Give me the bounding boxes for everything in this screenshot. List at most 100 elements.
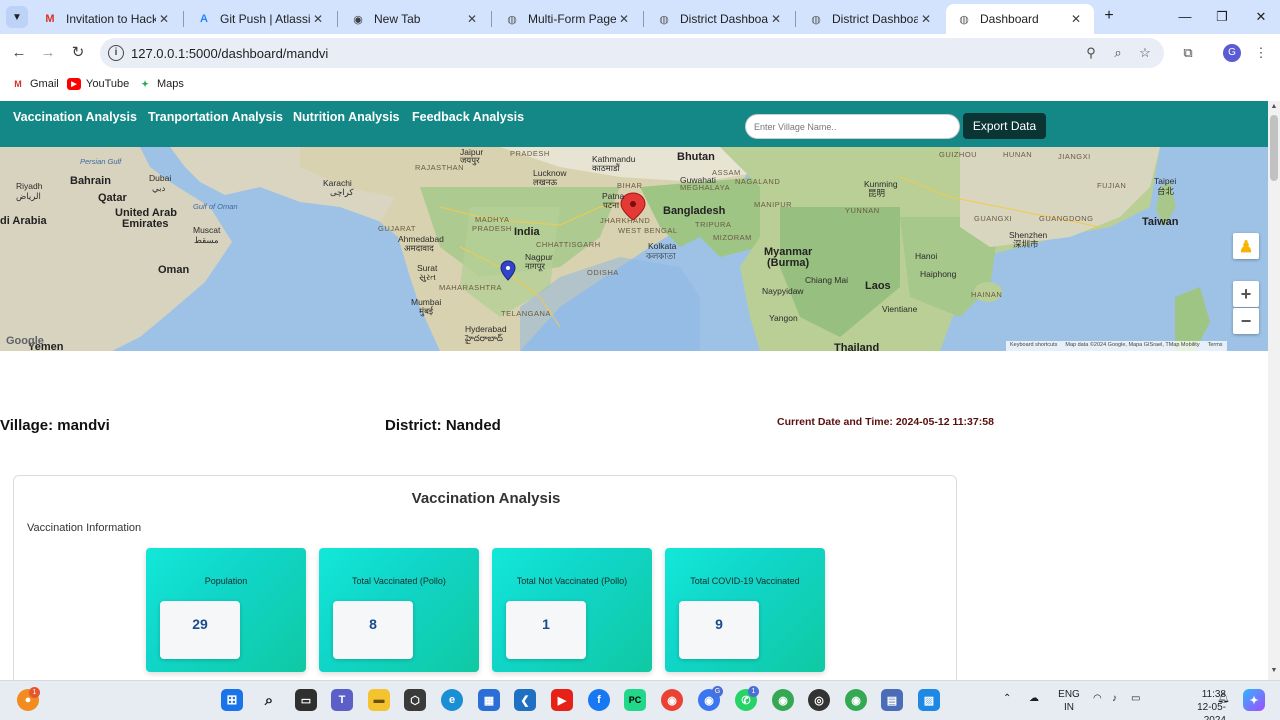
- atlassian-icon: A: [200, 13, 208, 25]
- vscode-icon[interactable]: ❮: [514, 689, 536, 711]
- map-label: RAJASTHAN: [415, 163, 465, 172]
- windows-start-icon[interactable]: ⊞: [221, 689, 243, 711]
- teams-icon[interactable]: T: [331, 689, 353, 711]
- task-view-icon[interactable]: ▭: [295, 689, 317, 711]
- notepad-icon[interactable]: ▤: [881, 689, 903, 711]
- nav-link-nutrition[interactable]: Nutrition Analysis: [293, 110, 400, 124]
- new-tab-button[interactable]: +: [1100, 7, 1118, 25]
- zoom-icon[interactable]: ⌕: [1109, 44, 1127, 62]
- menu-kebab-icon[interactable]: ⋮: [1250, 42, 1272, 64]
- obs-icon[interactable]: ◎: [808, 689, 830, 711]
- copilot-icon[interactable]: ✦: [1243, 689, 1265, 711]
- nav-link-vaccination[interactable]: Vaccination Analysis: [13, 110, 137, 124]
- chrome-guest-icon[interactable]: ◉: [845, 689, 867, 711]
- youtube-icon[interactable]: ▶: [551, 689, 573, 711]
- zoom-in-button[interactable]: +: [1233, 281, 1259, 307]
- export-data-button[interactable]: Export Data: [963, 113, 1046, 139]
- page-scrollbar[interactable]: ▲ ▼: [1268, 101, 1280, 680]
- stat-label: Total COVID-19 Vaccinated: [690, 576, 800, 586]
- language-code: ENG: [1058, 689, 1080, 700]
- tab-search-button[interactable]: ▼: [6, 6, 28, 28]
- scroll-up-icon[interactable]: ▲: [1270, 103, 1278, 110]
- restore-button[interactable]: ❐: [1210, 6, 1234, 28]
- minimize-button[interactable]: —: [1173, 6, 1197, 28]
- facebook-icon[interactable]: f: [588, 689, 610, 711]
- search-icon[interactable]: ⌕: [258, 689, 280, 711]
- stat-value-box: 8: [333, 601, 413, 659]
- close-icon[interactable]: ✕: [464, 12, 480, 26]
- map-label: MAHARASHTRA: [439, 283, 503, 292]
- scrollbar-thumb[interactable]: [1270, 115, 1278, 181]
- restore-icon: ❐: [1216, 9, 1228, 24]
- language-indicator[interactable]: ENG IN: [1057, 688, 1081, 714]
- close-icon[interactable]: ✕: [310, 12, 326, 26]
- terms-link[interactable]: Terms: [1208, 342, 1223, 350]
- location-pin-icon[interactable]: ⚲: [1082, 44, 1100, 62]
- browser-tab[interactable]: ◍ Multi-Form Page ✕: [494, 4, 642, 34]
- site-info-icon[interactable]: i: [108, 45, 124, 61]
- map-label: Naypyidaw: [762, 286, 804, 296]
- chrome-icon[interactable]: ◉: [661, 689, 683, 711]
- close-icon[interactable]: ✕: [1068, 12, 1084, 26]
- bookmarks-bar: M Gmail ▶ YouTube ✦ Maps: [0, 72, 1280, 96]
- close-icon[interactable]: ✕: [156, 12, 172, 26]
- map-label: GUJARAT: [378, 224, 416, 233]
- volume-icon[interactable]: ♪: [1112, 693, 1117, 704]
- close-window-button[interactable]: ✕: [1249, 6, 1273, 28]
- map-label: PRADESH: [510, 149, 550, 158]
- tray-overflow-icon[interactable]: ⌃: [1003, 693, 1011, 704]
- profile-avatar[interactable]: G: [1223, 44, 1241, 62]
- zoom-out-button[interactable]: −: [1233, 308, 1259, 334]
- browser-tab[interactable]: M Invitation to HackFes ✕: [32, 4, 182, 34]
- gmail-icon: M: [45, 13, 55, 25]
- street-view-pegman-button[interactable]: ♟: [1233, 233, 1259, 259]
- bookmark-label: YouTube: [86, 78, 130, 90]
- battery-icon[interactable]: ▭: [1131, 693, 1140, 704]
- close-icon[interactable]: ✕: [616, 12, 632, 26]
- pycharm-icon[interactable]: PC: [624, 689, 646, 711]
- notification-bell-icon[interactable]: 🔔︎: [1217, 693, 1230, 704]
- browser-tab[interactable]: ◍ District Dashboard ✕: [646, 4, 794, 34]
- back-button[interactable]: ←: [8, 42, 30, 64]
- microsoft-store-icon[interactable]: ▦: [478, 689, 500, 711]
- wifi-icon[interactable]: ◠: [1093, 693, 1102, 704]
- vaccination-card: Vaccination Analysis Vaccination Informa…: [13, 475, 957, 680]
- bookmark-star-icon[interactable]: ☆: [1136, 44, 1154, 62]
- browser-tab[interactable]: ◉ New Tab ✕: [340, 4, 490, 34]
- close-icon[interactable]: ✕: [918, 12, 934, 26]
- onedrive-icon[interactable]: ☁: [1029, 693, 1039, 704]
- keyboard-shortcuts-link[interactable]: Keyboard shortcuts: [1010, 342, 1057, 350]
- bookmark-youtube[interactable]: ▶ YouTube: [67, 76, 129, 92]
- map-label: JIANGXI: [1058, 152, 1091, 161]
- bookmark-maps[interactable]: ✦ Maps: [138, 76, 184, 92]
- notification-badge: 1: [29, 687, 40, 698]
- browser-tab[interactable]: ◍ District Dashboard ✕: [798, 4, 944, 34]
- address-bar[interactable]: i 127.0.0.1:5000/dashboard/mandvi ⚲ ⌕ ☆: [100, 38, 1164, 68]
- forward-button[interactable]: →: [37, 42, 59, 64]
- map-label: नागपूर: [525, 261, 546, 271]
- nav-link-transportation[interactable]: Tranportation Analysis: [148, 110, 283, 124]
- extensions-icon[interactable]: ⧉: [1177, 42, 1199, 64]
- url-text[interactable]: 127.0.0.1:5000/dashboard/mandvi: [131, 46, 328, 61]
- tab-separator: [491, 11, 492, 27]
- village-search-input[interactable]: [745, 114, 960, 139]
- chrome-alt-icon[interactable]: ◉: [772, 689, 794, 711]
- map-label: MEGHALAYA: [680, 183, 731, 192]
- stat-value-box: 29: [160, 601, 240, 659]
- notification-badge: 1: [748, 686, 759, 697]
- browser-tab-active[interactable]: ◍ Dashboard ✕: [946, 4, 1094, 34]
- app-hexagon-icon[interactable]: ⬡: [404, 689, 426, 711]
- reload-button[interactable]: ↻: [67, 42, 89, 64]
- file-explorer-icon[interactable]: ▬: [368, 689, 390, 711]
- card-title: Vaccination Analysis: [411, 490, 561, 507]
- edge-icon[interactable]: e: [441, 689, 463, 711]
- nav-link-feedback[interactable]: Feedback Analysis: [412, 110, 524, 124]
- browser-tab[interactable]: A Git Push | Atlassian G ✕: [186, 4, 336, 34]
- photos-icon[interactable]: ▨: [918, 689, 940, 711]
- map-label: Qatar: [98, 192, 127, 204]
- bookmark-gmail[interactable]: M Gmail: [11, 76, 58, 92]
- close-icon[interactable]: ✕: [768, 12, 784, 26]
- scroll-down-icon[interactable]: ▼: [1270, 667, 1278, 674]
- map[interactable]: Persian Gulf Bahrain Riyadh الرياض Qatar…: [0, 147, 1268, 351]
- reload-icon: ↻: [71, 44, 85, 61]
